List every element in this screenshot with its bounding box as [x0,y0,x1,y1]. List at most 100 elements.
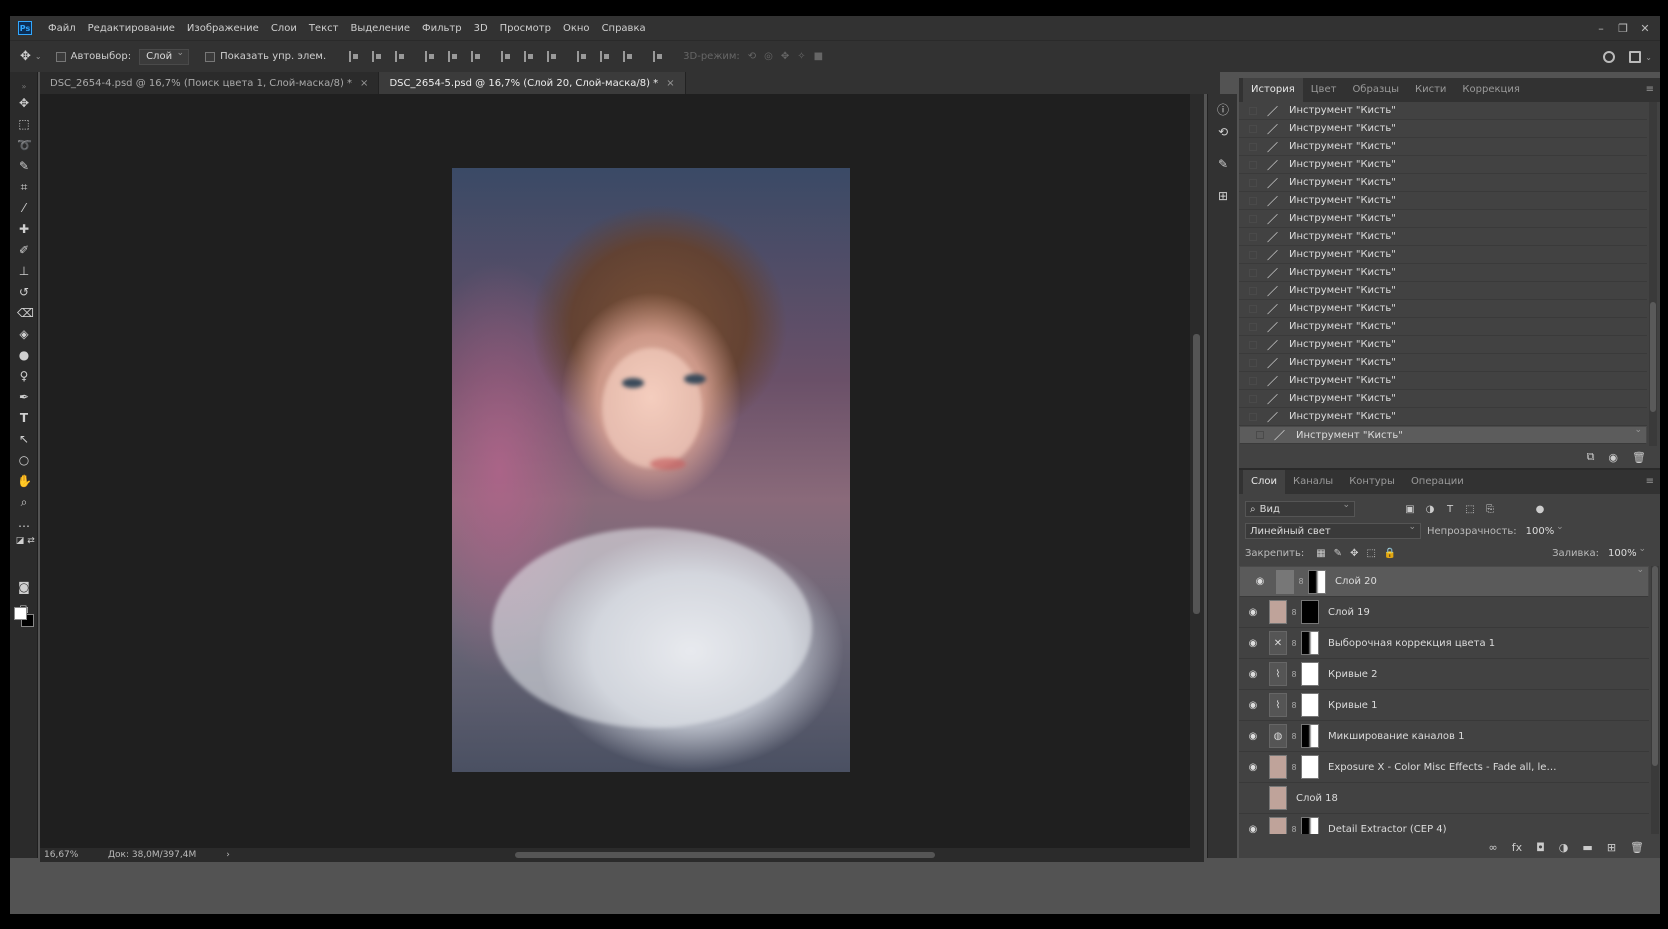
filter-shape-icon[interactable]: ⬚ [1465,504,1475,515]
history-item[interactable]: ／ Инструмент "Кисть" [1239,318,1647,336]
lock-image-pixels-icon[interactable]: ✎ [1334,548,1342,559]
pen-tool-icon[interactable]: ✒ [17,390,31,404]
type-tool-icon[interactable]: T [17,411,31,425]
layer-mask-thumbnail[interactable] [1301,631,1319,655]
menu-3d[interactable]: 3D [468,23,494,34]
menu-window[interactable]: Окно [557,23,596,34]
fill-input[interactable]: 100% [1603,544,1651,561]
eye-icon[interactable]: ◉ [1245,762,1261,773]
tab-document-1[interactable]: DSC_2654-4.psd @ 16,7% (Поиск цвета 1, С… [40,72,380,94]
layers-scrollbar[interactable] [1651,566,1659,834]
menu-filter[interactable]: Фильтр [416,23,468,34]
menu-image[interactable]: Изображение [181,23,265,34]
tab-paths[interactable]: Контуры [1341,470,1403,494]
canvas-vertical-scrollbar[interactable] [1190,94,1204,848]
eye-hidden-icon[interactable]: ◉ [1245,793,1261,804]
link-icon[interactable]: 8 [1290,639,1298,648]
crop-tool-icon[interactable]: ⌗ [17,180,31,194]
eye-icon[interactable]: ◉ [1245,669,1261,680]
menu-layers[interactable]: Слои [265,23,303,34]
canvas-area[interactable] [40,94,1190,848]
tab-history[interactable]: История [1243,78,1303,102]
show-transform-controls-checkbox[interactable] [205,51,216,62]
menu-select[interactable]: Выделение [344,23,416,34]
camera-icon[interactable]: ◉ [1608,451,1618,464]
layer-row[interactable]: ◉ ✕ 8 Выборочная коррекция цвета 1 [1239,628,1649,659]
search-icon[interactable] [1603,51,1616,63]
align-vcenter-icon[interactable] [372,51,382,62]
trash-icon[interactable]: 🗑 [1630,841,1644,854]
menu-view[interactable]: Просмотр [494,23,557,34]
healing-brush-tool-icon[interactable]: ✚ [17,222,31,236]
vertical-scroll-thumb[interactable] [1193,334,1200,614]
opacity-input[interactable]: 100% [1521,522,1569,539]
layer-row[interactable]: ◉ 8 Слой 19 [1239,597,1649,628]
eraser-tool-icon[interactable]: ⌫ [17,306,34,320]
history-item[interactable]: ／ Инструмент "Кисть" [1239,372,1647,390]
distribute-left-icon[interactable] [577,51,587,62]
tab-swatches[interactable]: Образцы [1344,78,1407,102]
menu-help[interactable]: Справка [596,23,652,34]
swap-colors-icon[interactable]: ⇄ [24,534,38,548]
info-icon[interactable]: ⓘ [1215,102,1231,118]
eye-icon[interactable]: ◉ [1245,638,1261,649]
history-scroll-thumb[interactable] [1650,302,1656,412]
layer-row[interactable]: ◉ ⌇ 8 Кривые 1 [1239,690,1649,721]
new-layer-icon[interactable]: ⊞ [1607,841,1616,854]
distribute-right-icon[interactable] [623,51,633,62]
new-adjustment-layer-icon[interactable]: ◑ [1559,841,1569,854]
autoselect-target-select[interactable]: Слой [139,48,190,65]
layer-row[interactable]: ◉ 8 Detail Extractor (CEP 4) [1239,814,1649,834]
lock-all-icon[interactable]: 🔒 [1384,548,1396,559]
dodge-tool-icon[interactable]: ♀ [17,369,31,383]
layer-style-fx-icon[interactable]: fx [1512,841,1522,854]
clone-source-icon[interactable]: ⊞ [1215,188,1231,204]
minimize-icon[interactable]: – [1590,22,1612,35]
history-item[interactable]: ／ Инструмент "Кисть" [1239,102,1647,120]
layer-mask-thumbnail[interactable] [1301,662,1319,686]
auto-align-icon[interactable] [653,51,663,62]
trash-icon[interactable]: 🗑 [1632,451,1646,464]
layer-mask-thumbnail[interactable] [1308,569,1326,594]
marquee-tool-icon[interactable]: ⬚ [17,117,31,131]
new-group-icon[interactable]: ▬ [1582,841,1592,854]
eye-icon[interactable]: ◉ [1245,731,1261,742]
brush-settings-icon[interactable]: ✎ [1215,156,1231,172]
canvas-horizontal-scrollbar[interactable] [280,851,1200,859]
eye-icon[interactable]: ◉ [1245,607,1261,618]
history-item[interactable]: ／ Инструмент "Кисть" [1239,300,1647,318]
zoom-tool-icon[interactable]: ⌕ [17,495,31,509]
history-item[interactable]: ／ Инструмент "Кисть" [1239,264,1647,282]
tool-preset-chevron-icon[interactable]: ⌄ [35,52,42,61]
link-icon[interactable]: 8 [1290,670,1298,679]
horizontal-scroll-thumb[interactable] [515,852,935,858]
filter-type-icon[interactable]: T [1445,504,1455,515]
layer-row[interactable]: ◉ Слой 18 [1239,783,1649,814]
tab-adjustments[interactable]: Коррекция [1454,78,1527,102]
close-icon[interactable]: ✕ [1634,22,1656,35]
align-left-icon[interactable] [425,51,435,62]
layer-row[interactable]: ◉ ◍ 8 Микширование каналов 1 [1239,721,1649,752]
autoselect-checkbox[interactable] [55,51,66,62]
distribute-top-icon[interactable] [501,51,511,62]
tab-document-2[interactable]: DSC_2654-5.psd @ 16,7% (Слой 20, Слой-ма… [379,72,686,94]
eye-icon[interactable]: ◉ [1252,576,1268,587]
foreground-color-swatch[interactable] [14,607,27,620]
link-icon[interactable]: 8 [1297,577,1305,586]
panel-menu-icon[interactable]: ≡ [1646,84,1654,95]
link-layers-icon[interactable]: ∞ [1489,841,1498,854]
history-brush-tool-icon[interactable]: ↺ [17,285,31,299]
distribute-vcenter-icon[interactable] [524,51,534,62]
filter-smart-object-icon[interactable]: ⎘ [1485,504,1495,515]
eye-icon[interactable]: ◉ [1245,700,1261,711]
lock-artboard-icon[interactable]: ⬚ [1366,548,1375,559]
workspace-icon[interactable] [1629,51,1642,63]
move-icon[interactable]: ✥ [20,49,31,64]
filter-pixel-icon[interactable]: ▣ [1405,504,1415,515]
blur-tool-icon[interactable]: ● [17,348,31,362]
tab-channels[interactable]: Каналы [1285,470,1341,494]
toolbar-collapse-icon[interactable]: » [17,80,31,94]
layer-mask-thumbnail[interactable] [1301,817,1319,834]
brush-tool-icon[interactable]: ✐ [17,243,31,257]
add-mask-icon[interactable]: ◘ [1536,841,1545,854]
